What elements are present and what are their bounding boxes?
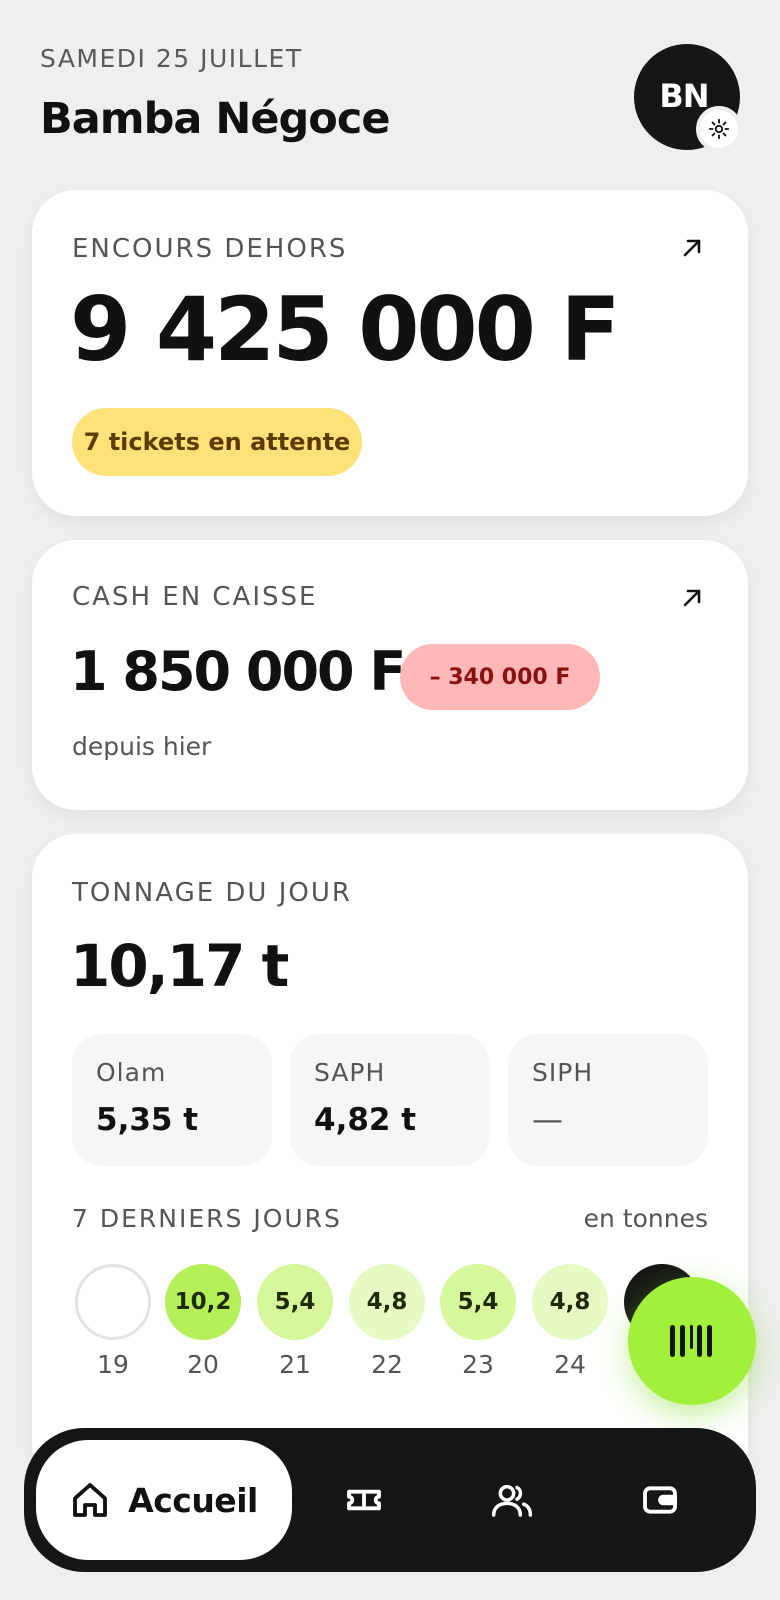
wallet-icon (643, 1486, 677, 1514)
day-circle: 4,8 (349, 1264, 425, 1340)
date-label: SAMEDI 25 JUILLET (40, 44, 303, 73)
cash-amount: 1 850 000 F (70, 640, 406, 703)
tonnage-label: TONNAGE DU JOUR (72, 878, 352, 908)
cash-delta-note: depuis hier (72, 732, 212, 761)
split-value: — (532, 1102, 563, 1138)
day-item-21[interactable]: 5,4 21 (257, 1264, 333, 1379)
split-name: SIPH (532, 1058, 594, 1087)
cash-label: CASH EN CAISSE (72, 582, 318, 612)
encours-card[interactable]: ENCOURS DEHORS 9 425 000 F 7 tickets en … (32, 190, 748, 516)
day-item-24[interactable]: 4,8 24 (532, 1264, 608, 1379)
day-circle: 4,8 (532, 1264, 608, 1340)
days-label: 7 DERNIERS JOURS (72, 1204, 342, 1233)
tonnage-total: 10,17 t (70, 932, 289, 1000)
scan-fab-button[interactable] (628, 1277, 756, 1405)
home-icon (73, 1483, 108, 1517)
encours-amount: 9 425 000 F (70, 278, 621, 381)
tickets-pending-badge[interactable]: 7 tickets en attente (72, 408, 362, 476)
ticket-icon (347, 1489, 381, 1511)
nav-home-button[interactable]: Accueil (36, 1440, 292, 1560)
bottom-nav: Accueil (24, 1428, 756, 1572)
day-number: 20 (187, 1350, 219, 1379)
nav-wallet-button[interactable] (624, 1464, 696, 1536)
split-card-saph[interactable]: SAPH 4,82 t (290, 1034, 490, 1166)
barcode-scan-icon (670, 1325, 712, 1357)
split-card-olam[interactable]: Olam 5,35 t (72, 1034, 272, 1166)
nav-users-button[interactable] (476, 1464, 548, 1536)
day-circle: 5,4 (440, 1264, 516, 1340)
split-value: 4,82 t (314, 1102, 417, 1138)
arrow-up-right-icon[interactable] (680, 236, 704, 260)
avatar-initials: BN (659, 77, 709, 115)
day-number: 21 (279, 1350, 311, 1379)
day-item-22[interactable]: 4,8 22 (349, 1264, 425, 1379)
cash-delta-badge: – 340 000 F (400, 644, 600, 710)
split-card-siph[interactable]: SIPH — (508, 1034, 708, 1166)
day-item-20[interactable]: 10,2 20 (165, 1264, 241, 1379)
arrow-up-right-icon[interactable] (680, 586, 704, 610)
days-unit: en tonnes (583, 1204, 708, 1233)
day-item-23[interactable]: 5,4 23 (440, 1264, 516, 1379)
encours-label: ENCOURS DEHORS (72, 234, 348, 264)
header: SAMEDI 25 JUILLET Bamba Négoce BN (40, 44, 742, 154)
day-circle: 5,4 (257, 1264, 333, 1340)
split-name: SAPH (314, 1058, 386, 1087)
nav-tickets-button[interactable] (328, 1464, 400, 1536)
nav-home-label: Accueil (128, 1480, 258, 1520)
day-number: 19 (97, 1350, 129, 1379)
cash-card[interactable]: CASH EN CAISSE 1 850 000 F – 340 000 F d… (32, 540, 748, 810)
split-name: Olam (96, 1058, 167, 1087)
split-value: 5,35 t (96, 1102, 199, 1138)
day-item-19[interactable]: 19 (75, 1264, 151, 1379)
users-icon (491, 1484, 533, 1517)
sun-icon[interactable] (696, 106, 742, 152)
page-title: Bamba Négoce (40, 94, 390, 144)
day-number: 24 (554, 1350, 586, 1379)
day-number: 23 (462, 1350, 494, 1379)
day-number: 22 (371, 1350, 403, 1379)
avatar[interactable]: BN (634, 44, 742, 152)
day-circle: 10,2 (165, 1264, 241, 1340)
day-circle (75, 1264, 151, 1340)
